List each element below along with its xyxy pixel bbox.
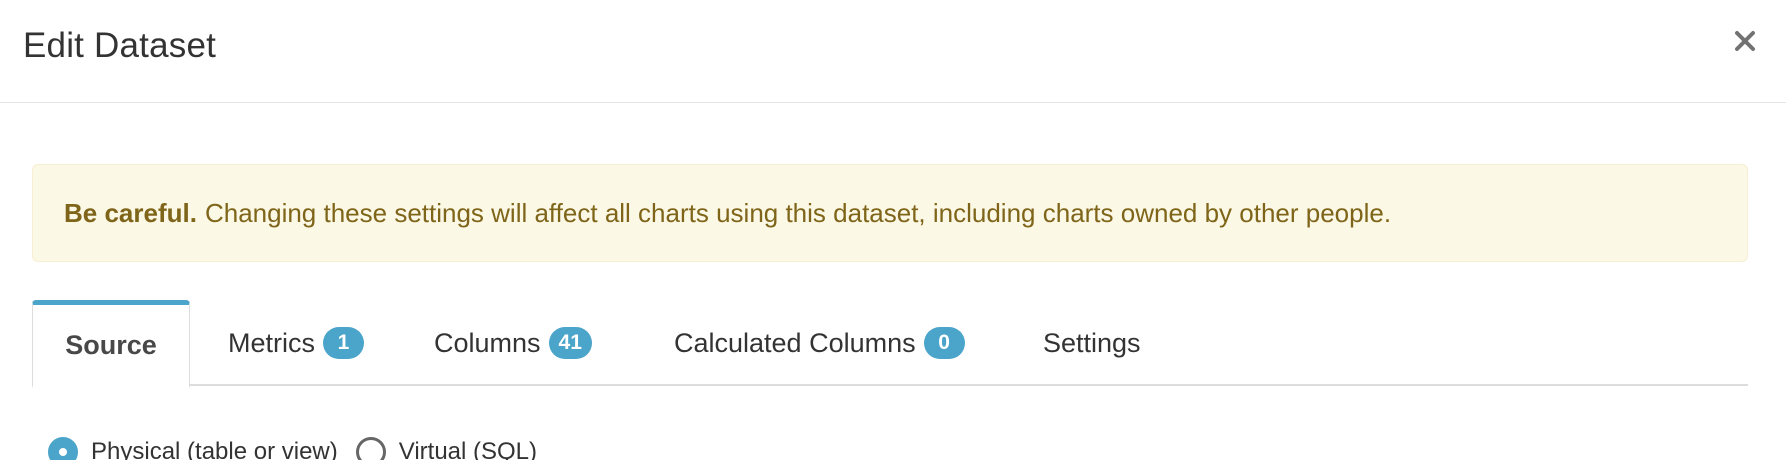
tab-source[interactable]: Source <box>32 300 190 388</box>
close-icon <box>1735 31 1755 51</box>
calculated-columns-count-badge: 0 <box>923 327 965 359</box>
columns-count-badge: 41 <box>548 327 592 359</box>
warning-alert: Be careful. Changing these settings will… <box>32 164 1748 262</box>
modal-title: Edit Dataset <box>23 26 217 65</box>
dataset-tabs: Source Metrics 1 Columns 41 Calculated C… <box>32 300 1748 388</box>
radio-label: Virtual (SQL) <box>398 438 538 460</box>
tab-metrics[interactable]: Metrics 1 <box>228 300 364 386</box>
tab-settings[interactable]: Settings <box>1043 300 1141 386</box>
tab-label: Calculated Columns <box>674 327 916 358</box>
alert-message: Changing these settings will affect all … <box>204 197 1392 228</box>
tab-columns[interactable]: Columns 41 <box>434 300 592 386</box>
radio-virtual[interactable]: Virtual (SQL) <box>355 437 538 460</box>
tab-label: Settings <box>1043 327 1141 358</box>
edit-dataset-modal: Edit Dataset Be careful. Changing these … <box>0 0 1786 460</box>
metrics-count-badge: 1 <box>323 327 364 359</box>
radio-checked-icon[interactable] <box>48 437 78 460</box>
modal-header: Edit Dataset <box>0 0 1786 103</box>
tab-label: Source <box>65 330 157 360</box>
tab-calculated-columns[interactable]: Calculated Columns 0 <box>674 300 965 386</box>
source-type-radio-group: Physical (table or view) Virtual (SQL) <box>48 432 555 460</box>
tab-label: Columns <box>434 327 541 358</box>
close-button[interactable] <box>1728 22 1762 60</box>
alert-strong: Be careful. <box>64 197 197 228</box>
radio-unchecked-icon[interactable] <box>355 437 386 460</box>
radio-label: Physical (table or view) <box>91 438 338 460</box>
tab-label: Metrics <box>228 327 315 358</box>
radio-physical[interactable]: Physical (table or view) <box>48 437 338 460</box>
